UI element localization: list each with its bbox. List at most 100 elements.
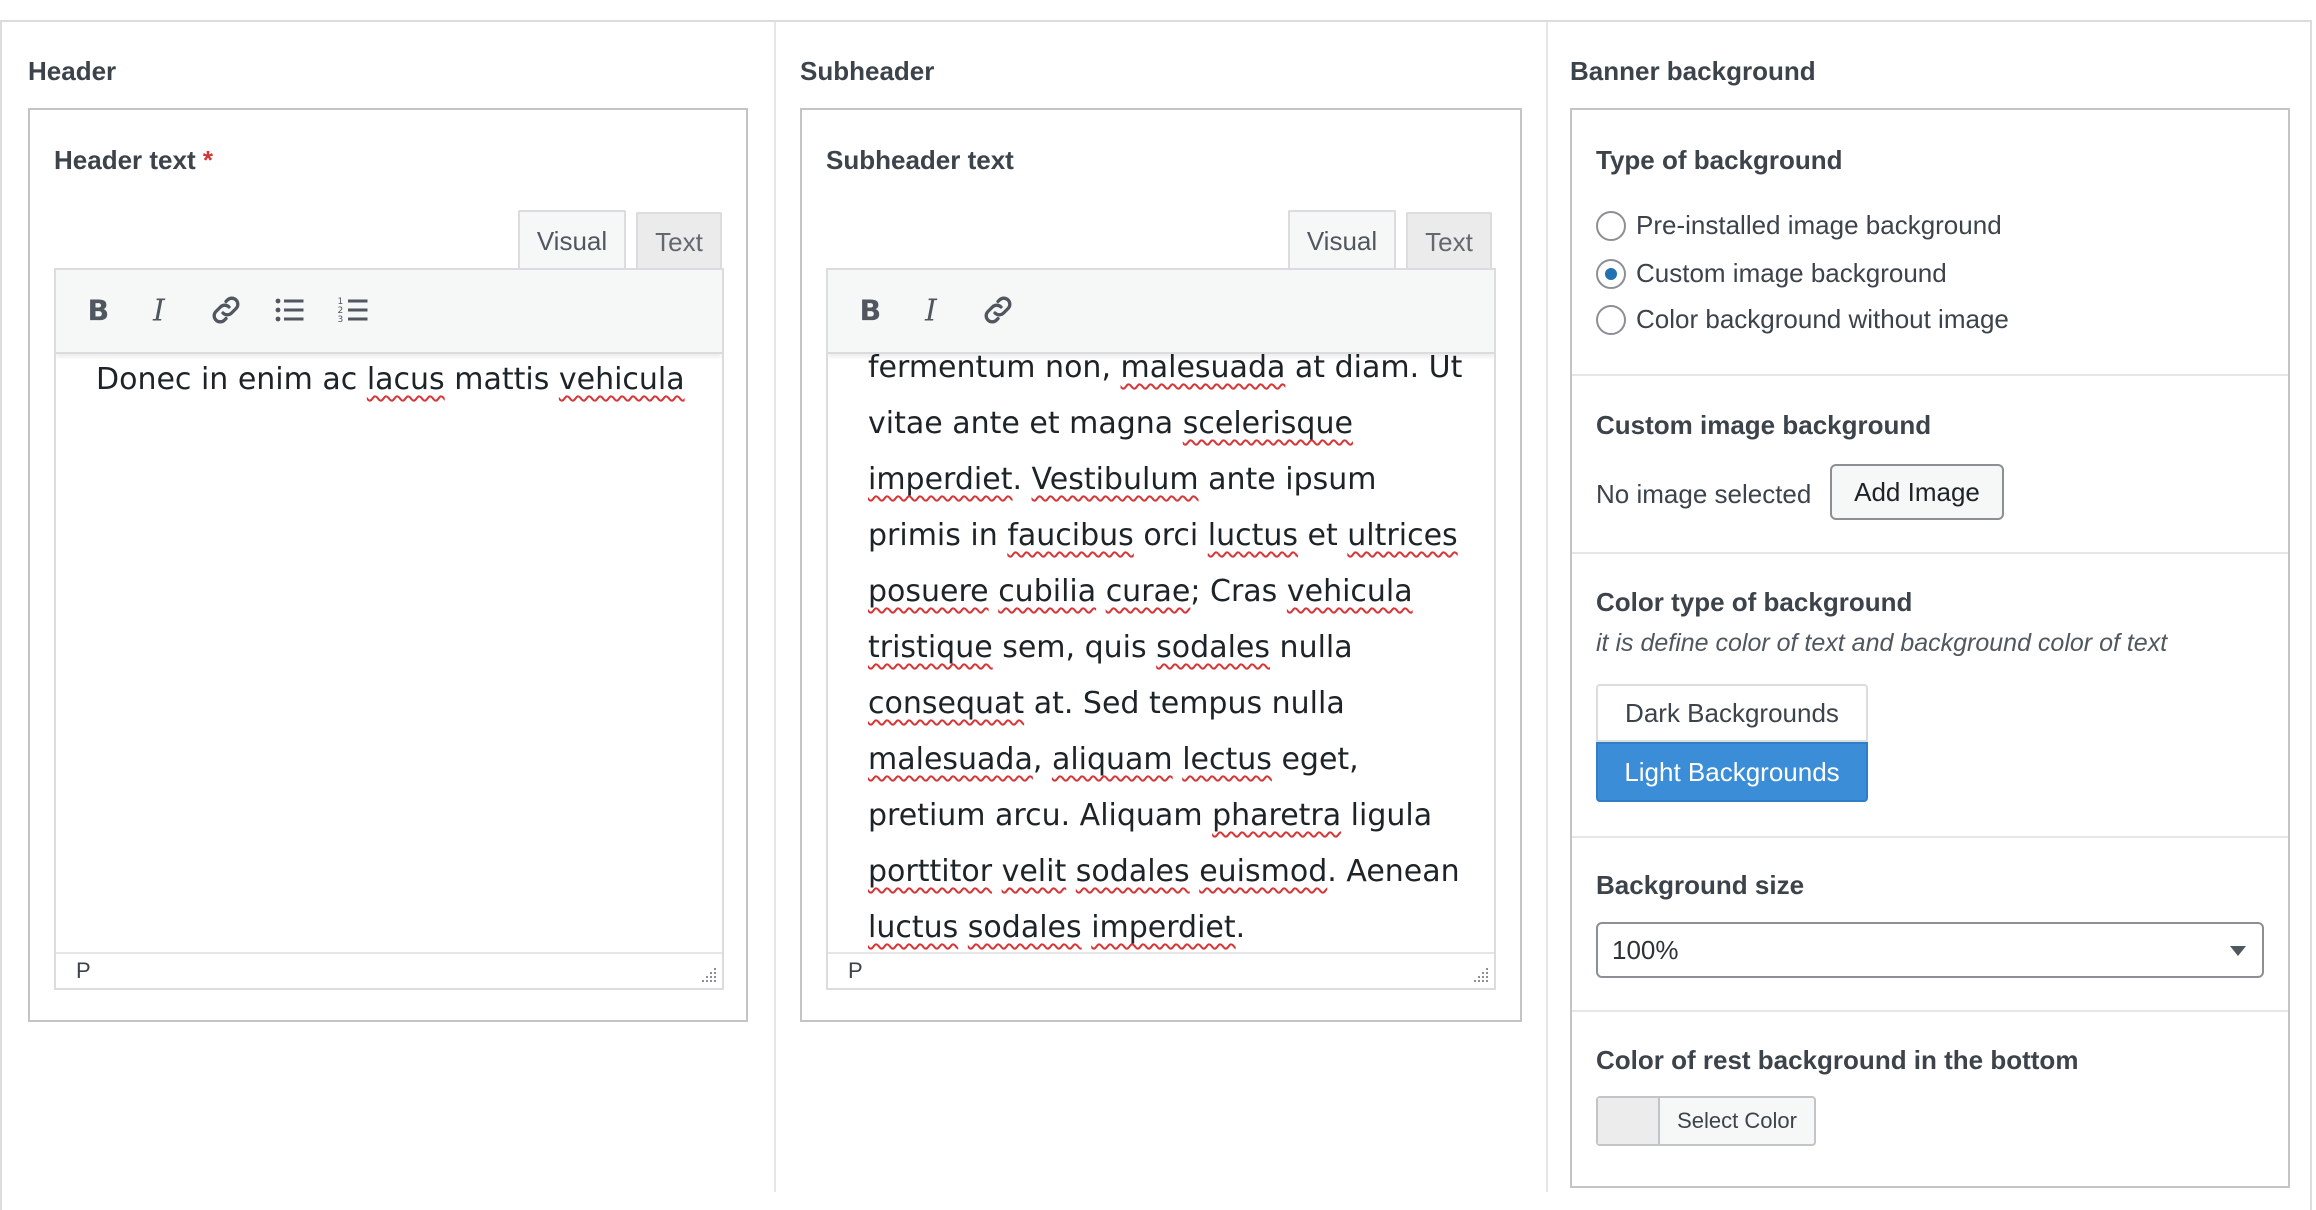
- misspelled-word: consequat: [868, 686, 1025, 721]
- select-color-button[interactable]: Select Color: [1660, 1098, 1814, 1144]
- link-icon[interactable]: [974, 286, 1022, 334]
- header-editor[interactable]: B I 123 Donec in enim ac lacus mattis ve…: [54, 268, 724, 990]
- separator: [1572, 374, 2288, 376]
- color-picker[interactable]: Select Color: [1596, 1096, 1816, 1146]
- misspelled-word: malesuada: [868, 742, 1033, 777]
- text-run: .: [1012, 462, 1032, 497]
- svg-text:B: B: [860, 295, 882, 328]
- color-swatch[interactable]: [1598, 1098, 1660, 1144]
- editor-toolbar: B I 123: [56, 270, 722, 354]
- column-divider: [1546, 22, 1548, 1192]
- tab-text[interactable]: Text: [1406, 212, 1492, 270]
- text-run: [1096, 574, 1106, 609]
- text-run: [1173, 742, 1183, 777]
- background-size-select[interactable]: 100%: [1596, 922, 2264, 978]
- misspelled-word: faucibus: [1007, 518, 1134, 553]
- background-size-label: Background size: [1596, 870, 1805, 900]
- radio-preinstalled[interactable]: Pre-installed image background: [1596, 210, 2002, 241]
- link-icon[interactable]: [202, 286, 250, 334]
- text-run: [989, 574, 999, 609]
- misspelled-word: malesuada: [1120, 350, 1286, 385]
- italic-icon[interactable]: I: [910, 286, 958, 334]
- misspelled-word: ultrices: [1347, 518, 1458, 553]
- editor-text-line: porttitor velit sodales euismod. Aenean: [868, 844, 1484, 900]
- dark-backgrounds-option[interactable]: Dark Backgrounds: [1596, 684, 1868, 742]
- text-run: eget,: [1271, 742, 1359, 777]
- chevron-down-icon: [2230, 946, 2246, 956]
- bullet-list-icon[interactable]: [266, 286, 314, 334]
- tab-visual[interactable]: Visual: [1288, 210, 1396, 270]
- radio-circle-checked[interactable]: [1596, 258, 1626, 289]
- radio-custom-image[interactable]: Custom image background: [1596, 258, 1947, 289]
- text-run: [1190, 854, 1200, 889]
- text-run: .: [1235, 910, 1246, 945]
- text-run: [1066, 854, 1076, 889]
- add-image-button[interactable]: Add Image: [1830, 464, 2004, 520]
- text-run: pretium arcu. Aliquam: [868, 798, 1213, 833]
- misspelled-word: cubilia: [998, 574, 1097, 609]
- tab-visual[interactable]: Visual: [518, 210, 626, 270]
- custom-image-label: Custom image background: [1596, 410, 1932, 440]
- header-editor-content[interactable]: Donec in enim ac lacus mattis vehicula: [96, 352, 702, 408]
- italic-icon[interactable]: I: [138, 286, 186, 334]
- element-path[interactable]: P: [76, 958, 91, 984]
- separator: [1572, 1010, 2288, 1012]
- radio-color-only[interactable]: Color background without image: [1596, 304, 2009, 335]
- misspelled-word: aliquam: [1051, 742, 1173, 777]
- editor-text-line: pretium arcu. Aliquam pharetra ligula: [868, 788, 1484, 844]
- color-type-label: Color type of background: [1596, 587, 1913, 617]
- text-run: fermentum non,: [868, 350, 1121, 385]
- resize-grip-icon[interactable]: [1468, 962, 1490, 984]
- misspelled-word: lectus: [1182, 742, 1272, 777]
- text-run: nulla: [1270, 630, 1353, 665]
- tab-text[interactable]: Text: [636, 212, 722, 270]
- editor-text-line: posuere cubilia curae; Cras vehicula: [868, 564, 1484, 620]
- rest-color-label: Color of rest background in the bottom: [1596, 1045, 2079, 1075]
- text-run: [1082, 910, 1092, 945]
- no-image-text: No image selected: [1596, 479, 1812, 509]
- text-run: at. Sed tempus nulla: [1024, 686, 1345, 721]
- text-run: orci: [1133, 518, 1208, 553]
- misspelled-word: scelerisque: [1182, 406, 1353, 441]
- resize-grip-icon[interactable]: [696, 962, 718, 984]
- text-run: ligula: [1341, 798, 1433, 833]
- required-marker: *: [202, 145, 213, 175]
- bold-icon[interactable]: B: [846, 286, 894, 334]
- misspelled-word: imperdiet: [868, 462, 1013, 497]
- misspelled-word: vehicula: [1286, 574, 1413, 609]
- text-run: ; Cras: [1190, 574, 1287, 609]
- header-text-label: Header text *: [54, 145, 213, 175]
- editor-text-line: luctus sodales imperdiet.: [868, 900, 1484, 956]
- editor-text-line: imperdiet. Vestibulum ante ipsum: [868, 452, 1484, 508]
- svg-text:I: I: [152, 294, 166, 329]
- separator: [1572, 836, 2288, 838]
- subheader-editor[interactable]: fermentum non, malesuada at diam. Ut vita…: [826, 268, 1496, 990]
- misspelled-word: luctus: [868, 910, 959, 945]
- subheader-text-label: Subheader text: [826, 145, 1014, 175]
- light-backgrounds-option[interactable]: Light Backgrounds: [1596, 742, 1868, 802]
- separator: [1572, 552, 2288, 554]
- radio-circle[interactable]: [1596, 304, 1626, 335]
- subheader-section-title: Subheader: [800, 56, 935, 86]
- text-run: ante ipsum: [1198, 462, 1377, 497]
- radio-circle[interactable]: [1596, 210, 1626, 241]
- subheader-editor-content[interactable]: fermentum non, malesuada at diam. Ut vita…: [868, 340, 1484, 956]
- misspelled-word: posuere: [868, 574, 989, 609]
- misspelled-word: Vestibulum: [1031, 462, 1199, 497]
- text-run: ,: [1032, 742, 1052, 777]
- element-path[interactable]: P: [848, 958, 863, 984]
- editor-text-line: vitae ante et magna scelerisque: [868, 396, 1484, 452]
- bold-icon[interactable]: B: [74, 286, 122, 334]
- misspelled-word: luctus: [1207, 518, 1298, 553]
- misspelled-word: tristique: [868, 630, 993, 665]
- type-of-background-label: Type of background: [1596, 145, 1843, 175]
- misspelled-word: imperdiet: [1091, 910, 1236, 945]
- svg-text:3: 3: [338, 315, 344, 325]
- numbered-list-icon[interactable]: 123: [330, 286, 378, 334]
- misspelled-word: velit: [1001, 854, 1067, 889]
- text-run: sem, quis: [992, 630, 1157, 665]
- banner-section-title: Banner background: [1570, 56, 1816, 86]
- text-run: vitae ante et magna: [868, 406, 1183, 441]
- editor-toolbar: B I: [828, 270, 1494, 354]
- svg-text:B: B: [88, 295, 110, 328]
